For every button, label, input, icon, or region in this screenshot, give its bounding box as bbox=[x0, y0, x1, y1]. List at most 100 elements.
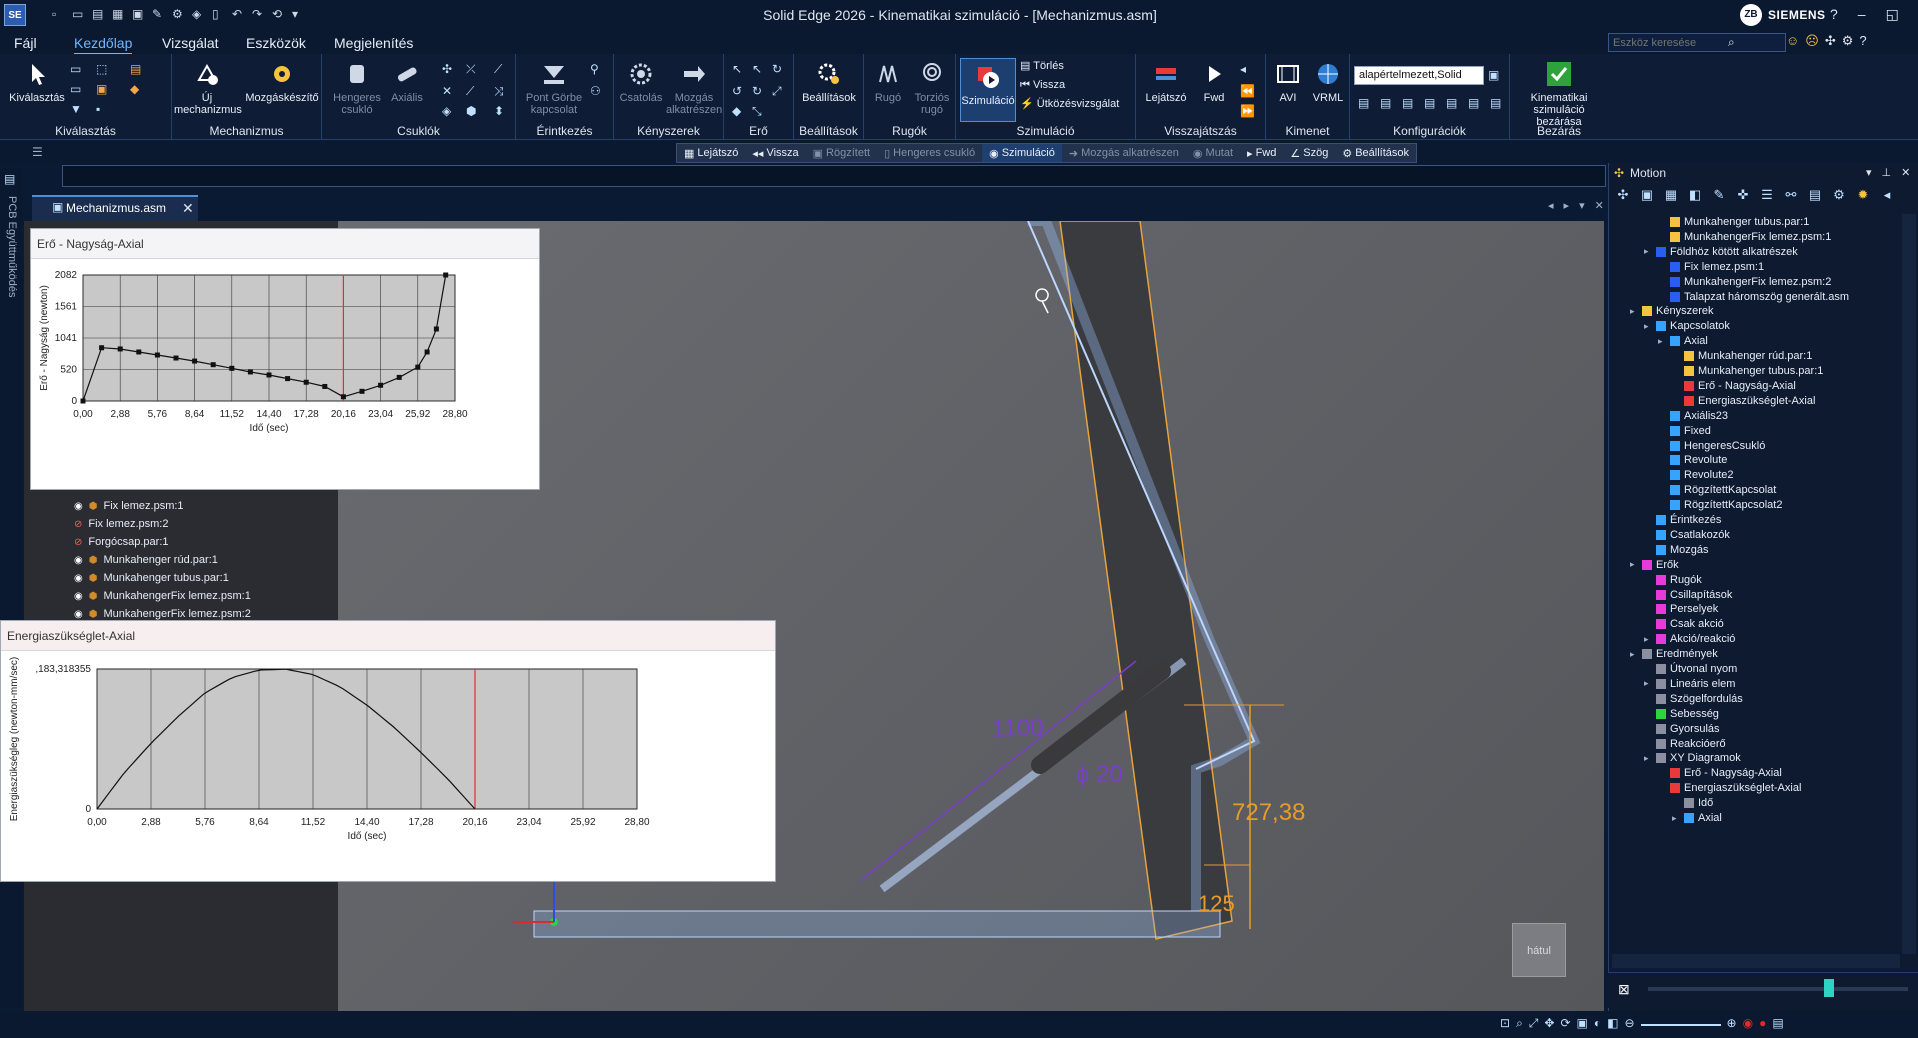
layers-icon[interactable]: ☰ bbox=[1758, 186, 1776, 204]
list-item[interactable]: ◉ ⬢ Munkahenger tubus.par:1 bbox=[74, 572, 229, 584]
motion-on-part-button[interactable]: Mozgás alkatrészen bbox=[666, 60, 722, 116]
window-select-icon[interactable]: ▭ bbox=[70, 82, 84, 96]
tree-item[interactable]: Sebesség bbox=[1644, 708, 1719, 720]
scroll-right-icon[interactable]: ▸ bbox=[1564, 199, 1570, 212]
point-curve-button[interactable]: Pont Görbe kapcsolat bbox=[522, 60, 586, 116]
filter-icon[interactable]: ▼ bbox=[70, 102, 84, 116]
more-icon[interactable]: ▤ bbox=[1772, 1016, 1783, 1031]
motion-builder-button[interactable]: Mozgáskészítő bbox=[244, 60, 320, 104]
open-folder-icon[interactable]: ▤ bbox=[92, 6, 106, 22]
torque-icon[interactable]: ↻ bbox=[772, 62, 786, 76]
tree-item[interactable]: HengeresCsukló bbox=[1658, 440, 1765, 452]
vrml-button[interactable]: VRML bbox=[1308, 60, 1348, 104]
pcb-icon[interactable]: ▤ bbox=[4, 172, 15, 186]
view-cube[interactable]: hátul bbox=[1512, 923, 1566, 977]
select-mode-icon[interactable]: ▪ bbox=[96, 102, 110, 116]
neutral-icon[interactable]: ☹ bbox=[1805, 33, 1819, 49]
tree-item[interactable]: Munkahenger tubus.par:1 bbox=[1658, 216, 1809, 228]
close-all-icon[interactable]: ✕ bbox=[1595, 199, 1604, 212]
tree-item[interactable]: Csak akció bbox=[1644, 618, 1724, 630]
record-icon[interactable]: ◉ bbox=[1743, 1016, 1753, 1031]
smile-icon[interactable]: ☺ bbox=[1786, 33, 1799, 49]
menu-icon[interactable]: ☰ bbox=[32, 145, 43, 159]
player-button[interactable]: Lejátszó bbox=[1140, 60, 1192, 104]
expand-toggle-icon[interactable]: ▸ bbox=[1644, 246, 1652, 257]
link-icon[interactable]: ⚯ bbox=[1782, 186, 1800, 204]
cmd-fwd[interactable]: ▸ Fwd bbox=[1240, 144, 1283, 162]
joint-icon[interactable]: ⬢ bbox=[466, 104, 480, 118]
menu-inspect[interactable]: Vizsgálat bbox=[162, 35, 219, 51]
tree-item[interactable]: Axiális23 bbox=[1658, 410, 1728, 422]
config-icon[interactable]: ▤ bbox=[1468, 96, 1482, 110]
menu-tools[interactable]: Eszközök bbox=[246, 35, 306, 51]
edit-icon[interactable]: ✎ bbox=[152, 6, 166, 22]
pin-icon[interactable]: ⊥ bbox=[1882, 166, 1892, 179]
restore-icon[interactable]: ◱ bbox=[1886, 6, 1899, 23]
config-icon[interactable]: ▤ bbox=[1424, 96, 1438, 110]
joint-icon[interactable]: ◈ bbox=[442, 104, 456, 118]
panel-menu-icon[interactable]: ▾ bbox=[1866, 166, 1872, 179]
timeline-handle[interactable] bbox=[1824, 979, 1834, 997]
settings-icon[interactable]: ⚙ bbox=[1830, 186, 1848, 204]
tree-item[interactable]: Munkahenger tubus.par:1 bbox=[1672, 365, 1823, 377]
dimension-diameter[interactable]: ϕ 20 bbox=[1076, 761, 1123, 789]
tree-item[interactable]: Szögelfordulás bbox=[1644, 693, 1743, 705]
force-chart-window[interactable]: Erő - Nagyság-Axial 0,00 2,88 5,76 8,64 11,5… bbox=[30, 228, 540, 490]
tree-item[interactable]: Perselyek bbox=[1644, 603, 1718, 615]
tree-item[interactable]: ▸ Kényszerek bbox=[1630, 305, 1713, 317]
open-file-icon[interactable]: ▭ bbox=[72, 6, 86, 22]
torque-icon[interactable]: ↺ bbox=[732, 84, 746, 98]
list-item[interactable]: ◉ ⬢ MunkahengerFix lemez.psm:2 bbox=[74, 608, 251, 620]
cmd-simulation[interactable]: ◉ Szimuláció bbox=[982, 144, 1062, 162]
zoom-area-icon[interactable]: ⊡ bbox=[1500, 1016, 1510, 1031]
tree-item[interactable]: Energiaszükséglet-Axial bbox=[1658, 782, 1801, 794]
save-icon[interactable]: ▣ bbox=[132, 6, 146, 22]
eye-icon[interactable]: ◉ bbox=[74, 501, 83, 512]
expand-toggle-icon[interactable]: ▸ bbox=[1630, 649, 1638, 660]
contact-icon[interactable]: ⚲ bbox=[590, 62, 604, 76]
close-icon[interactable]: ✕ bbox=[1901, 166, 1910, 179]
settings-button[interactable]: Beállítások bbox=[796, 60, 862, 104]
tree-item[interactable]: Fix lemez.psm:1 bbox=[1658, 261, 1764, 273]
expand-toggle-icon[interactable]: ▸ bbox=[1644, 678, 1652, 689]
cmd-show[interactable]: ◉ Mutat bbox=[1186, 144, 1240, 162]
chart-window-title[interactable]: Energiaszükséglet-Axial bbox=[1, 621, 775, 651]
tree-item[interactable]: Fixed bbox=[1658, 425, 1711, 437]
fwd-button[interactable]: Fwd bbox=[1194, 60, 1234, 104]
stop-icon[interactable]: ⊠ bbox=[1618, 981, 1630, 998]
collision-check-button[interactable]: ⚡ Ütközésvizsgálat bbox=[1020, 98, 1119, 110]
rewind-icon[interactable]: ⏪ bbox=[1240, 84, 1255, 98]
expand-toggle-icon[interactable]: ▸ bbox=[1672, 813, 1680, 824]
new-mechanism-button[interactable]: Új mechanizmus bbox=[174, 60, 242, 116]
zoom-out-icon[interactable]: ⊖ bbox=[1624, 1016, 1634, 1031]
cube-icon[interactable]: ◧ bbox=[1686, 186, 1704, 204]
tree-item[interactable]: Csillapítások bbox=[1644, 589, 1732, 601]
list-item[interactable]: ◉ ⬢ MunkahengerFix lemez.psm:1 bbox=[74, 590, 251, 602]
sheet-icon[interactable]: ▦ bbox=[112, 6, 126, 22]
list-item[interactable]: ◉ ⬢ Munkahenger rúd.par:1 bbox=[74, 554, 218, 566]
menu-view[interactable]: Megjelenítés bbox=[334, 35, 413, 51]
eye-icon[interactable]: ◉ bbox=[74, 555, 83, 566]
avatar[interactable]: ZB bbox=[1740, 4, 1762, 26]
tree-item[interactable]: Rugók bbox=[1644, 574, 1702, 586]
redo-icon[interactable]: ↷ bbox=[252, 6, 266, 22]
contact-icon[interactable]: ⚇ bbox=[590, 84, 604, 98]
hidden-icon[interactable]: ⊘ bbox=[74, 519, 82, 530]
box-select-icon[interactable]: ▭ bbox=[70, 62, 84, 76]
sketch-icon[interactable]: ✎ bbox=[1710, 186, 1728, 204]
settings-icon[interactable]: ⚙ bbox=[172, 6, 186, 22]
tree-item[interactable]: ▸ Lineáris elem bbox=[1644, 678, 1735, 690]
tree-item[interactable]: Energiaszükséglet-Axial bbox=[1672, 395, 1815, 407]
help-icon[interactable]: ? bbox=[1830, 6, 1838, 23]
force-icon[interactable]: ⤡ bbox=[752, 104, 766, 118]
fast-forward-icon[interactable]: ⏩ bbox=[1240, 104, 1255, 118]
timeline-slider[interactable] bbox=[1648, 987, 1908, 991]
torque-icon[interactable]: ↻ bbox=[752, 84, 766, 98]
spring-button[interactable]: Rugó bbox=[866, 60, 910, 104]
search-icon[interactable]: ⌕ bbox=[1728, 35, 1735, 50]
expand-toggle-icon[interactable]: ▸ bbox=[1658, 336, 1666, 347]
repeat-icon[interactable]: ⟲ bbox=[272, 6, 286, 22]
table-icon[interactable]: ▤ bbox=[1806, 186, 1824, 204]
cube-icon[interactable]: ◈ bbox=[192, 6, 206, 22]
tree-item[interactable]: ▸ Axial bbox=[1658, 335, 1708, 347]
